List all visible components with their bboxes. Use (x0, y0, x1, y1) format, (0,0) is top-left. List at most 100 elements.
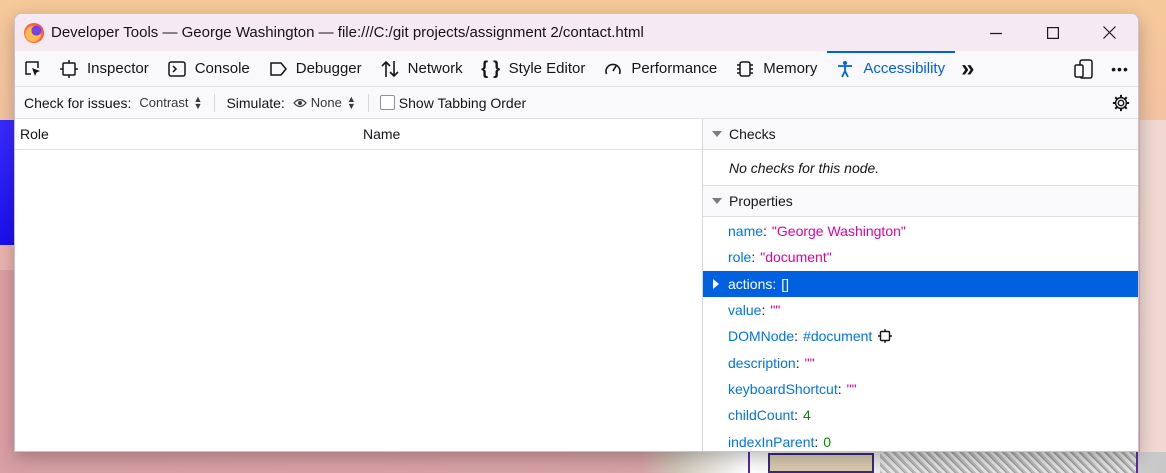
simulate-label: Simulate: (226, 94, 285, 111)
element-picker-button[interactable] (15, 51, 51, 87)
devtools-toolbar: Inspector Console Debugger Network { } S… (15, 50, 1138, 87)
tab-label: Debugger (295, 60, 362, 77)
tab-label: Memory (763, 60, 818, 77)
tab-accessibility[interactable]: Accessibility (827, 50, 955, 87)
tab-console[interactable]: Console (159, 51, 260, 87)
select-value: None (310, 95, 342, 110)
property-row-selected[interactable]: actions: [] (703, 270, 1138, 297)
select-value: Contrast (139, 95, 189, 110)
tab-network[interactable]: Network (372, 51, 473, 87)
property-row[interactable]: value: "" (703, 297, 1138, 323)
tab-inspector[interactable]: Inspector (51, 51, 159, 87)
expand-arrow-icon (712, 131, 722, 137)
style-editor-icon: { } (481, 58, 501, 78)
console-icon (167, 59, 187, 79)
property-row[interactable]: childCount: 4 (703, 402, 1138, 428)
page-border (748, 452, 750, 473)
tab-overflow-button[interactable]: » (955, 51, 980, 87)
checks-message: No checks for this node. (703, 150, 1138, 186)
checks-section-header[interactable]: Checks (703, 119, 1138, 150)
property-value: [] (781, 275, 790, 292)
properties-section-header[interactable]: Properties (703, 186, 1138, 217)
minimize-button[interactable] (967, 14, 1024, 51)
property-value[interactable]: #document (803, 328, 872, 344)
property-key: DOMNode (728, 328, 795, 345)
properties-title: Properties (729, 193, 793, 209)
tree-header: Role Name (15, 119, 702, 150)
check-for-issues-select[interactable]: Contrast ▲ ▼ (139, 93, 203, 111)
property-value: "document" (760, 249, 832, 266)
accessibility-tree: Role Name (15, 119, 703, 451)
tab-memory[interactable]: Memory (727, 51, 827, 87)
column-header-role[interactable]: Role (15, 126, 363, 142)
property-value: "" (770, 302, 781, 319)
property-row[interactable]: keyboardShortcut: "" (703, 376, 1138, 402)
toolbar-right-actions: ••• (1066, 51, 1138, 87)
element-picker-icon (25, 60, 40, 76)
checks-title: Checks (729, 126, 776, 142)
page-image-frame (768, 453, 874, 473)
property-row[interactable]: role: "document" (703, 244, 1138, 270)
property-row[interactable]: indexInParent: 0 (703, 428, 1138, 451)
more-icon: ••• (1111, 61, 1129, 77)
close-button[interactable] (1081, 14, 1138, 51)
window-title: Developer Tools — George Washington — fi… (51, 24, 644, 41)
property-row[interactable]: description: "" (703, 349, 1138, 375)
title-bar[interactable]: Developer Tools — George Washington — fi… (15, 14, 1138, 51)
tab-label: Accessibility (863, 60, 946, 77)
select-arrows-icon: ▲ ▼ (193, 93, 203, 111)
gear-icon[interactable] (1112, 94, 1130, 112)
tab-performance[interactable]: Performance (595, 51, 727, 87)
tab-label: Inspector (87, 60, 149, 77)
inspector-icon (59, 59, 79, 79)
page-photo (880, 452, 1136, 473)
expand-arrow-icon[interactable] (713, 278, 719, 289)
property-value: "George Washington" (771, 223, 906, 240)
property-row[interactable]: DOMNode: #document (703, 323, 1138, 349)
tab-label: Console (194, 60, 250, 77)
property-key: name (728, 223, 764, 240)
property-row[interactable]: name: "George Washington" (703, 218, 1138, 244)
window-controls (967, 14, 1138, 51)
maximize-icon (1046, 26, 1059, 39)
responsive-design-button[interactable] (1066, 51, 1102, 87)
tab-style-editor[interactable]: { } Style Editor (473, 51, 596, 87)
more-options-button[interactable]: ••• (1102, 51, 1138, 87)
minimize-icon (989, 32, 1002, 34)
check-for-issues-label: Check for issues: (24, 94, 132, 111)
tab-label: Network (407, 60, 463, 77)
select-arrows-icon: ▲ ▼ (346, 93, 356, 111)
accessibility-toolbar: Check for issues: Contrast ▲ ▼ Simulate: … (15, 87, 1138, 119)
property-key: indexInParent (728, 433, 815, 450)
tab-label: Performance (631, 60, 718, 77)
select-node-icon[interactable] (878, 329, 893, 344)
network-icon (380, 59, 400, 79)
debugger-icon (268, 59, 288, 79)
responsive-design-icon (1074, 59, 1093, 79)
expand-arrow-icon (712, 198, 722, 204)
property-key: keyboardShortcut (728, 380, 838, 397)
property-key: childCount (728, 407, 795, 424)
properties-list: name: "George Washington" role: "documen… (703, 217, 1138, 451)
accessibility-sidebar: Checks No checks for this node. Properti… (703, 119, 1138, 451)
maximize-button[interactable] (1024, 14, 1081, 51)
firefox-logo-icon (24, 22, 44, 43)
column-header-name[interactable]: Name (363, 126, 400, 142)
property-key: description (728, 354, 796, 371)
memory-icon (735, 59, 755, 79)
performance-icon (603, 59, 623, 79)
property-key: actions (728, 275, 773, 292)
show-tabbing-order-checkbox[interactable] (379, 95, 395, 110)
close-icon (1103, 26, 1116, 39)
simulate-select[interactable]: None ▲ ▼ (293, 93, 356, 111)
property-key: role (728, 249, 752, 266)
accessibility-panes: Role Name Checks No checks for this node… (15, 119, 1138, 451)
toolbar-divider (367, 93, 369, 112)
toolbar-divider (214, 93, 216, 112)
show-tabbing-order-label[interactable]: Show Tabbing Order (399, 95, 526, 111)
property-value: 4 (803, 407, 811, 424)
property-key: value (728, 302, 762, 319)
accessibility-icon (835, 59, 855, 79)
tab-debugger[interactable]: Debugger (260, 51, 372, 87)
property-value: 0 (823, 433, 832, 450)
